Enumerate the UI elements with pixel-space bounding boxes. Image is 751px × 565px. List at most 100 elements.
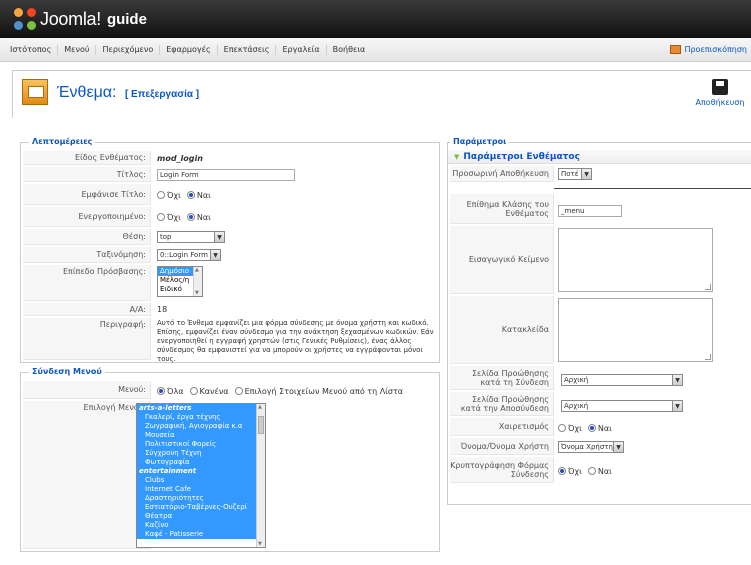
description-label: Περιγραφή: — [23, 318, 151, 360]
menu-item-option[interactable]: Γκαλερί, έργα τέχνης — [137, 413, 265, 422]
save-icon — [712, 79, 728, 95]
type-value: mod_login — [157, 153, 203, 163]
save-button[interactable]: Αποθήκευση — [694, 79, 746, 107]
enabled-radios: Όχι Ναι — [157, 211, 217, 223]
menu-item-option[interactable]: Ζωγραφική, Αγιογραφία κ.α — [137, 422, 265, 431]
menus-all-label: Όλα — [167, 386, 184, 396]
show-title-no-radio[interactable] — [157, 191, 165, 199]
encrypt-yes-radio[interactable] — [587, 467, 596, 475]
pretext-label: Εισαγωγικό Κείμενο — [450, 226, 554, 294]
menu-item-option[interactable]: Σύγχρονη Τέχνη — [137, 449, 265, 458]
order-select[interactable]: 0::Login Form ▼ — [157, 249, 221, 261]
menu-assignment-legend: Σύνδεση Μενού — [29, 367, 105, 376]
resize-grip-icon[interactable] — [705, 354, 711, 360]
menu-item-option[interactable]: Μουσεία — [137, 431, 265, 440]
brand-name: Joomla! — [40, 8, 101, 29]
menu-item-help[interactable]: Βοήθεια — [327, 45, 372, 55]
greeting-yes-radio[interactable] — [587, 424, 596, 432]
main-menu-bar: Ιστότοπος Μενού Περιεχόμενο Εφαρμογές Επ… — [0, 38, 751, 62]
chevron-down-icon: ▼ — [672, 375, 682, 385]
page-title-text: Ένθεμα: — [57, 84, 117, 101]
cache-select[interactable]: Ποτέ ▼ — [558, 168, 592, 180]
joomla-logo-icon — [14, 8, 36, 30]
menu-item-site[interactable]: Ιστότοπος — [4, 45, 59, 55]
show-title-yes-label: Ναι — [196, 190, 211, 200]
module-icon — [22, 79, 48, 105]
name-label: Όνομα/Όνομα Χρήστη — [450, 438, 554, 455]
menu-items-scrollbar[interactable] — [256, 404, 265, 547]
encrypt-label: Κρυπτογράφηση Φόρμας Σύνδεσης — [450, 457, 554, 483]
menu-item-option[interactable]: Clubs — [137, 476, 265, 485]
page-header: Ένθεμα: [ Επεξεργασία ] Αποθήκευση E — [12, 70, 751, 118]
select-menu-label: Επιλογή Μενού: — [23, 401, 151, 549]
logout-redirect-select[interactable]: Αρχική ▼ — [561, 400, 683, 412]
page-subtitle: [ Επεξεργασία ] — [124, 89, 200, 100]
title-input[interactable] — [157, 169, 295, 181]
module-parameters-pane-toggle[interactable]: ▼ Παράμετροι Ενθέματος — [448, 150, 751, 164]
class-suffix-input[interactable] — [558, 205, 622, 217]
enabled-yes-label: Ναι — [196, 212, 211, 222]
order-select-value: 0::Login Form — [160, 251, 208, 259]
joomla-logo: Joomla! guide — [14, 8, 147, 30]
enabled-no-radio[interactable] — [157, 213, 165, 221]
encrypt-no-radio[interactable] — [558, 467, 566, 475]
login-redirect-label: Σελίδα Προώθησης κατά τη Σύνδεση — [450, 366, 554, 390]
preview-link[interactable]: Προεπισκόπηση — [670, 45, 747, 54]
menu-items-list: arts-a-letters Γκαλερί, έργα τέχνης Ζωγραφ… — [137, 404, 265, 539]
chevron-down-icon: ▼ — [210, 250, 220, 260]
greeting-no-radio[interactable] — [558, 424, 566, 432]
menus-select-radio[interactable] — [234, 387, 243, 395]
parameters-legend: Παράμετροι — [450, 137, 510, 146]
menu-item-option[interactable]: Καζίνο — [137, 521, 265, 530]
resize-grip-icon[interactable] — [705, 284, 711, 290]
joomla-admin-window: { "brand": {"name": "Joomla!", "suffix":… — [0, 0, 751, 565]
menu-item-option[interactable]: Internet Cafe — [137, 485, 265, 494]
menus-none-radio[interactable] — [189, 387, 198, 395]
position-select[interactable]: top ▼ — [157, 231, 225, 243]
menu-item-option[interactable]: Δραστηριότητες — [137, 494, 265, 503]
menu-item-menus[interactable]: Μενού — [58, 45, 97, 55]
order-label: Ταξινόμηση: — [23, 247, 151, 263]
menu-item-option[interactable]: Πολιτιστικοί Φορείς — [137, 440, 265, 449]
menu-item-option[interactable]: Εστιατόριο-Ταβέρνες-Ουζερί — [137, 503, 265, 512]
class-suffix-label: Επίθημα Κλάσης του Ενθέματος — [450, 194, 554, 224]
menus-select-label: Επιλογή Στοιχείων Μενού από τη Λίστα — [244, 386, 404, 396]
menu-item-tools[interactable]: Εργαλεία — [276, 45, 327, 55]
show-title-radios: Όχι Ναι — [157, 189, 217, 201]
menus-radios: Όλα Κανένα Επιλογή Στοιχείων Μενού από τ… — [157, 385, 409, 397]
menu-items-listbox[interactable]: arts-a-letters Γκαλερί, έργα τέχνης Ζωγραφ… — [136, 403, 266, 548]
logout-redirect-value: Αρχική — [564, 402, 589, 410]
show-title-no-label: Όχι — [167, 190, 181, 200]
chevron-down-icon: ▼ — [613, 442, 623, 452]
menu-group-label[interactable]: arts-a-letters — [137, 404, 265, 413]
name-select[interactable]: Όνομα Χρήστη ▼ — [558, 441, 624, 453]
menu-item-option[interactable]: Καφέ - Patisserie — [137, 530, 265, 539]
access-listbox[interactable]: Δημόσιο Μέλος/η Ειδικό — [157, 266, 203, 297]
access-label: Επίπεδο Πρόσβασης: — [23, 265, 151, 301]
menu-item-option[interactable]: Φωτογραφία — [137, 458, 265, 467]
title-label: Τίτλος: — [23, 167, 151, 182]
enabled-yes-radio[interactable] — [186, 213, 195, 221]
access-scrollbar[interactable] — [193, 267, 202, 296]
menu-item-components[interactable]: Εφαρμογές — [160, 45, 218, 55]
menu-item-content[interactable]: Περιεχόμενο — [96, 45, 161, 55]
pretext-textarea[interactable] — [558, 228, 713, 292]
menu-items-scrollbar-thumb[interactable] — [258, 416, 264, 434]
greeting-radios: Όχι Ναι — [558, 422, 618, 434]
position-label: Θέση: — [23, 229, 151, 245]
id-value: 18 — [157, 305, 168, 314]
save-label: Αποθήκευση — [695, 98, 745, 107]
triangle-down-icon: ▼ — [454, 152, 460, 161]
preview-icon — [670, 45, 682, 54]
divider — [554, 188, 751, 189]
menu-item-extensions[interactable]: Επεκτάσεις — [218, 45, 277, 55]
posttext-textarea[interactable] — [558, 298, 713, 362]
menus-all-radio[interactable] — [157, 387, 165, 395]
position-select-value: top — [160, 233, 172, 241]
show-title-yes-radio[interactable] — [186, 191, 195, 199]
brand-suffix: guide — [106, 10, 147, 28]
enabled-no-label: Όχι — [167, 212, 181, 222]
login-redirect-select[interactable]: Αρχική ▼ — [561, 374, 683, 386]
menu-item-option[interactable]: Θέατρα — [137, 512, 265, 521]
menu-group-label[interactable]: entertainment — [137, 467, 265, 476]
